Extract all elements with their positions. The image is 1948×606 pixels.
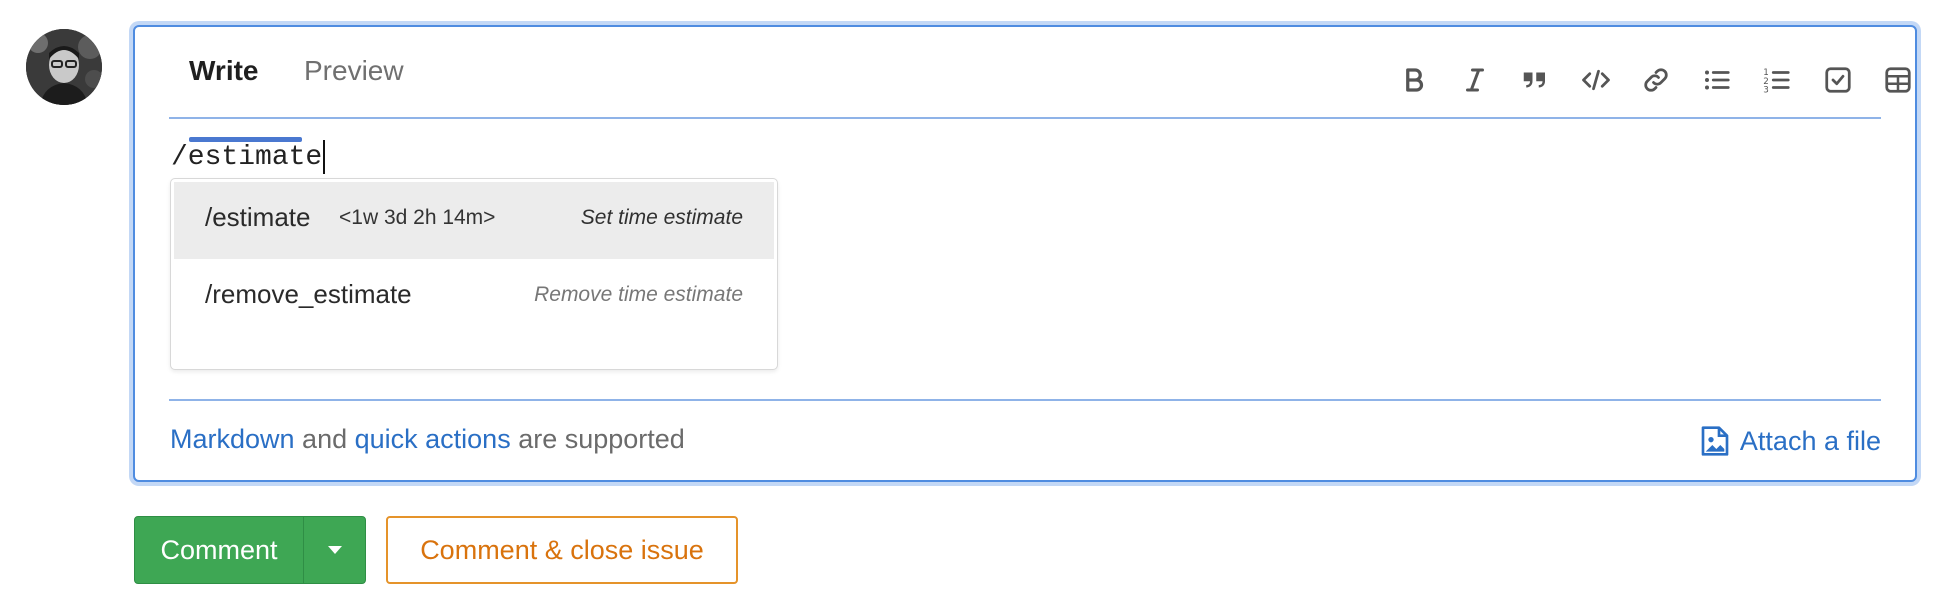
attach-file-button[interactable]: Attach a file	[1700, 425, 1881, 457]
markdown-help: Markdown and quick actions are supported	[170, 424, 685, 455]
comment-options-toggle[interactable]	[304, 517, 365, 583]
and-text: and	[294, 424, 355, 454]
tab-preview[interactable]: Preview	[304, 55, 404, 87]
suggestion-estimate[interactable]: /estimate <1w 3d 2h 14m> Set time estima…	[174, 182, 774, 259]
editor-tabs: Write Preview 123	[169, 27, 1911, 142]
italic-icon[interactable]	[1456, 61, 1494, 99]
suggestion-command: /remove_estimate	[205, 279, 412, 309]
tab-write[interactable]: Write	[189, 55, 302, 142]
suggestion-param: <1w 3d 2h 14m>	[339, 206, 496, 229]
quick-actions-link[interactable]: quick actions	[355, 424, 511, 454]
link-icon[interactable]	[1637, 61, 1675, 99]
code-icon[interactable]	[1577, 61, 1615, 99]
suggestion-remove-estimate[interactable]: /remove_estimate Remove time estimate	[174, 259, 774, 336]
avatar-photo	[26, 29, 102, 105]
textarea-value: /estimate	[171, 141, 323, 173]
suggestion-description: Set time estimate	[580, 206, 743, 229]
supported-text: are supported	[510, 424, 685, 454]
numbered-list-icon[interactable]: 123	[1758, 61, 1796, 99]
comment-split-button: Comment	[134, 516, 366, 584]
footer-divider	[169, 399, 1881, 401]
svg-text:3: 3	[1763, 86, 1769, 96]
chevron-down-icon	[327, 546, 342, 554]
markdown-link[interactable]: Markdown	[170, 424, 295, 454]
attach-file-label: Attach a file	[1739, 425, 1881, 456]
text-caret	[323, 140, 326, 174]
tab-preview-label: Preview	[304, 55, 404, 86]
bullet-list-icon[interactable]	[1698, 61, 1736, 99]
comment-close-issue-label: Comment & close issue	[420, 534, 704, 565]
image-icon	[1701, 426, 1729, 456]
comment-close-issue-button[interactable]: Comment & close issue	[386, 516, 738, 584]
comment-button-label: Comment	[160, 534, 278, 565]
table-icon[interactable]	[1879, 61, 1917, 99]
comment-editor: Write Preview 123 /estimate /estimate <1…	[133, 25, 1917, 482]
quick-actions-dropdown: /estimate <1w 3d 2h 14m> Set time estima…	[170, 178, 778, 370]
bold-icon[interactable]	[1395, 61, 1433, 99]
suggestion-command: /estimate	[205, 202, 311, 232]
quote-icon[interactable]	[1516, 61, 1554, 99]
task-list-icon[interactable]	[1819, 61, 1857, 99]
tab-write-label: Write	[189, 55, 259, 86]
avatar	[26, 29, 102, 105]
comment-textarea[interactable]: /estimate	[171, 140, 326, 174]
comment-button[interactable]: Comment	[135, 517, 304, 583]
suggestion-description: Remove time estimate	[534, 283, 743, 306]
